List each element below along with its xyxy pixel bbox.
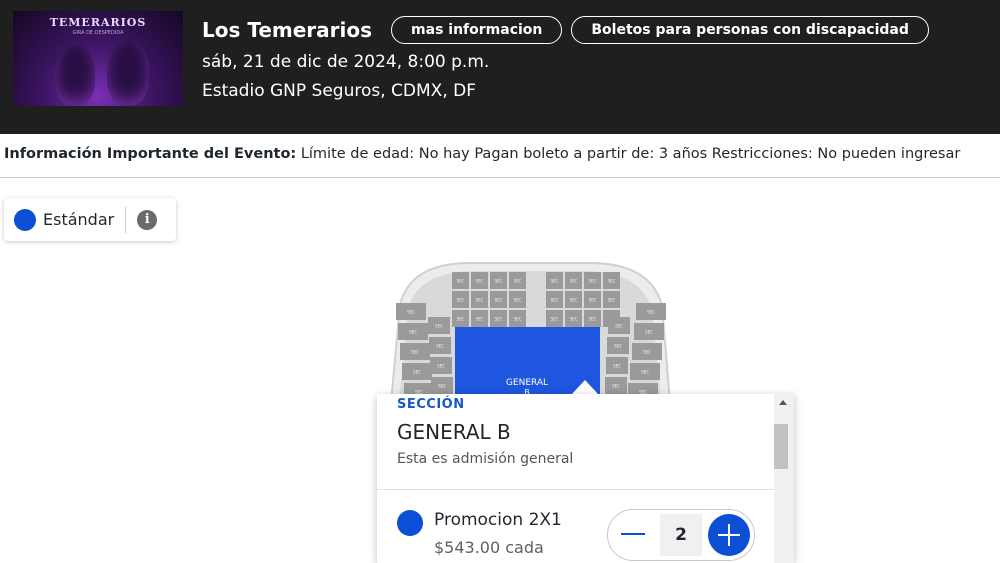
ticket-color-dot bbox=[397, 510, 423, 536]
seat-section-label: SEC bbox=[589, 279, 597, 284]
section-divider bbox=[377, 489, 774, 490]
seat-section-label: SEC bbox=[457, 279, 465, 284]
event-info-label: Información Importante del Evento: bbox=[4, 146, 297, 162]
poster-subtitle: GIRA DE DESPEDIDA bbox=[72, 30, 124, 36]
event-info-text: Límite de edad: No hay Pagan boleto a pa… bbox=[300, 146, 961, 162]
price-legend[interactable]: Estándar i bbox=[4, 198, 176, 241]
seat-section-label: SEC bbox=[614, 344, 622, 349]
seat-section-label: SEC bbox=[647, 310, 655, 315]
seat-section-label: SEC bbox=[495, 298, 503, 303]
ticket-name: Promocion 2X1 bbox=[434, 510, 562, 530]
quantity-value: 2 bbox=[660, 514, 702, 556]
seat-section-label: SEC bbox=[437, 364, 445, 369]
popup-scrollbar[interactable] bbox=[774, 394, 794, 563]
seat-section-label: SEC bbox=[476, 279, 484, 284]
more-info-button[interactable]: mas informacion bbox=[391, 16, 563, 44]
seat-section-label: SEC bbox=[613, 364, 621, 369]
title-row: Los Temerarios mas informacion Boletos p… bbox=[202, 15, 929, 45]
seat-section-label: SEC bbox=[436, 344, 444, 349]
seat-section-label: SEC bbox=[514, 317, 522, 322]
seat-section-label: SEC bbox=[641, 370, 649, 375]
legend-label: Estándar bbox=[43, 210, 115, 229]
event-poster: TEMERARIOS GIRA DE DESPEDIDA bbox=[13, 11, 183, 106]
poster-figure-left bbox=[55, 45, 95, 105]
general-b-label: GENERAL bbox=[506, 378, 548, 388]
ticket-price: $543.00 cada bbox=[434, 538, 544, 557]
seat-section-label: SEC bbox=[457, 317, 465, 322]
seat-section-label: SEC bbox=[514, 298, 522, 303]
scroll-thumb[interactable] bbox=[774, 424, 788, 469]
seat-section-label: SEC bbox=[495, 317, 503, 322]
scroll-up-icon[interactable] bbox=[779, 400, 787, 405]
event-date: sáb, 21 de dic de 2024, 8:00 p.m. bbox=[202, 52, 490, 72]
section-popup: SECCIÓN GENERAL B Esta es admisión gener… bbox=[377, 394, 794, 563]
seat-section-label: SEC bbox=[476, 298, 484, 303]
section-description: Esta es admisión general bbox=[397, 451, 574, 467]
legend-divider bbox=[125, 206, 127, 233]
seat-section-label: SEC bbox=[608, 298, 616, 303]
seat-section-label: SEC bbox=[551, 317, 559, 322]
seat-section-label: SEC bbox=[608, 279, 616, 284]
seat-section-label: SEC bbox=[438, 384, 446, 389]
seat-section-label: SEC bbox=[570, 298, 578, 303]
seat-section-label: SEC bbox=[495, 279, 503, 284]
section-name: GENERAL B bbox=[397, 420, 511, 444]
event-venue: Estadio GNP Seguros, CDMX, DF bbox=[202, 81, 476, 101]
seat-section-label: SEC bbox=[589, 298, 597, 303]
seat-section-label: SEC bbox=[570, 317, 578, 322]
seat-section-label: SEC bbox=[643, 350, 651, 355]
seat-section-label: SEC bbox=[411, 350, 419, 355]
info-icon[interactable]: i bbox=[137, 209, 158, 230]
seat-section-label: SEC bbox=[476, 317, 484, 322]
seat-section-label: SEC bbox=[645, 330, 653, 335]
poster-title: TEMERARIOS bbox=[49, 16, 147, 29]
poster-figure-right bbox=[107, 41, 149, 105]
accessibility-tickets-button[interactable]: Boletos para personas con discapacidad bbox=[571, 16, 929, 44]
seat-section-label: SEC bbox=[551, 279, 559, 284]
section-caption: SECCIÓN bbox=[397, 397, 465, 412]
minus-icon[interactable] bbox=[621, 533, 645, 535]
standard-color-dot bbox=[14, 208, 36, 231]
seat-section-label: SEC bbox=[413, 370, 421, 375]
seat-section-label: SEC bbox=[570, 279, 578, 284]
seat-section-label: SEC bbox=[407, 310, 415, 315]
plus-icon[interactable] bbox=[708, 514, 750, 556]
seat-section-label: SEC bbox=[435, 324, 443, 329]
seat-section-label: SEC bbox=[589, 317, 597, 322]
event-info-bar: Información Importante del Evento: Límit… bbox=[0, 146, 1000, 169]
seat-section-label: SEC bbox=[612, 384, 620, 389]
event-title: Los Temerarios bbox=[202, 18, 373, 42]
seat-section-label: SEC bbox=[457, 298, 465, 303]
popup-caret bbox=[571, 380, 599, 395]
seat-section-label: SEC bbox=[615, 324, 623, 329]
quantity-stepper[interactable]: 2 bbox=[607, 509, 755, 561]
seat-section-label: SEC bbox=[551, 298, 559, 303]
seat-section-label: SEC bbox=[409, 330, 417, 335]
event-header: TEMERARIOS GIRA DE DESPEDIDA Los Temerar… bbox=[0, 0, 1000, 134]
info-divider bbox=[0, 177, 1000, 178]
seat-section-label: SEC bbox=[514, 279, 522, 284]
